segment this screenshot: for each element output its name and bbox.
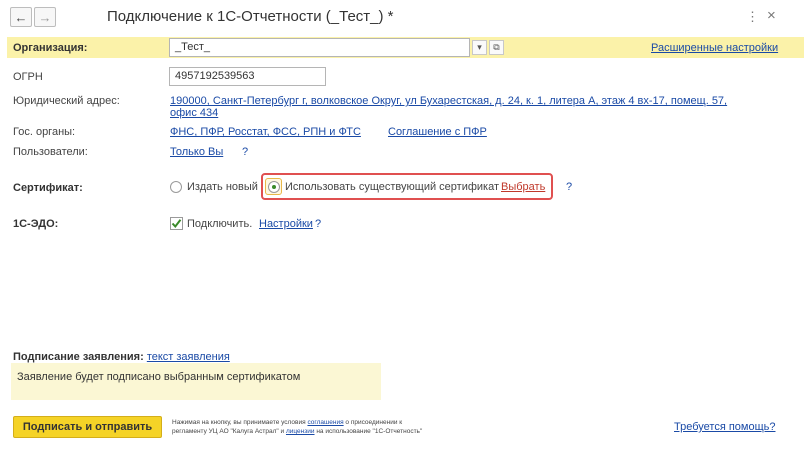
kebab-menu-icon: ⋮ — [746, 9, 759, 24]
pfr-agreement-link[interactable]: Соглашение с ПФР — [388, 126, 487, 138]
organization-input[interactable]: _Тест_ — [169, 38, 470, 57]
users-help-icon[interactable]: ? — [242, 146, 248, 158]
terms-text-part4: на использование "1С-Отчетность" — [314, 428, 423, 435]
radio-issue-new-label[interactable]: Издать новый — [187, 181, 258, 193]
forward-button[interactable]: → — [34, 7, 56, 27]
certificate-label: Сертификат: — [13, 182, 83, 194]
open-window-icon: ⧉ — [493, 42, 500, 52]
more-menu-button[interactable]: ⋮ — [746, 9, 759, 25]
signing-label: Подписание заявления: — [13, 351, 144, 363]
edo-label: 1С-ЭДО: — [13, 218, 59, 230]
terms-text-part3: регламенту УЦ АО "Калуга Астрал" и — [172, 428, 286, 435]
certificate-help-icon[interactable]: ? — [566, 181, 572, 193]
address-label: Юридический адрес: — [13, 95, 120, 107]
advanced-settings-link[interactable]: Расширенные настройки — [651, 42, 778, 54]
arrow-right-icon: → — [38, 9, 52, 25]
chevron-down-icon: ▾ — [477, 42, 482, 52]
address-link[interactable]: 190000, Санкт-Петербург г, волковское Ок… — [170, 95, 727, 107]
organization-label: Организация: — [13, 42, 88, 54]
close-icon: × — [767, 7, 776, 24]
agreement-link[interactable]: соглашения — [307, 419, 343, 426]
radio-issue-new[interactable] — [170, 181, 182, 193]
gov-bodies-link[interactable]: ФНС, ПФР, Росстат, ФСС, РПН и ФТС — [170, 126, 361, 138]
gov-bodies-label: Гос. органы: — [13, 126, 76, 138]
signing-note: Заявление будет подписано выбранным серт… — [17, 371, 301, 383]
arrow-left-icon: ← — [14, 9, 28, 25]
close-button[interactable]: × — [767, 7, 776, 24]
users-label: Пользователи: — [13, 146, 88, 158]
organization-open-button[interactable]: ⧉ — [489, 40, 504, 55]
edo-help-icon[interactable]: ? — [315, 218, 321, 230]
terms-text-part2: о присоединении к — [343, 419, 403, 426]
radio-use-existing[interactable] — [268, 181, 280, 193]
license-link[interactable]: лицензии — [286, 428, 315, 435]
radio-use-existing-label[interactable]: Использовать существующий сертификат — [285, 181, 499, 193]
signing-section: Подписание заявления: текст заявления — [13, 351, 230, 363]
signing-note-box: Заявление будет подписано выбранным серт… — [11, 363, 381, 400]
ogrn-label: ОГРН — [13, 71, 43, 83]
window-title: Подключение к 1С-Отчетности (_Тест_) * — [107, 8, 394, 25]
checkmark-icon — [171, 219, 182, 229]
terms-text-part1: Нажимая на кнопку, вы принимаете условия — [172, 419, 308, 426]
edo-checkbox[interactable] — [170, 217, 183, 230]
ogrn-input[interactable]: 4957192539563 — [169, 67, 326, 86]
edo-checkbox-label[interactable]: Подключить. — [187, 218, 252, 230]
organization-dropdown-button[interactable]: ▾ — [472, 40, 487, 55]
sign-and-send-button[interactable]: Подписать и отправить — [13, 416, 162, 438]
back-button[interactable]: ← — [10, 7, 32, 27]
users-link[interactable]: Только Вы — [170, 146, 223, 158]
application-text-link[interactable]: текст заявления — [147, 351, 230, 363]
help-link[interactable]: Требуется помощь? — [674, 421, 775, 433]
address-link-line2[interactable]: офис 434 — [170, 107, 218, 119]
terms-text: Нажимая на кнопку, вы принимаете условия… — [172, 418, 422, 436]
select-certificate-link[interactable]: Выбрать — [501, 181, 545, 193]
edo-settings-link[interactable]: Настройки — [259, 218, 313, 230]
